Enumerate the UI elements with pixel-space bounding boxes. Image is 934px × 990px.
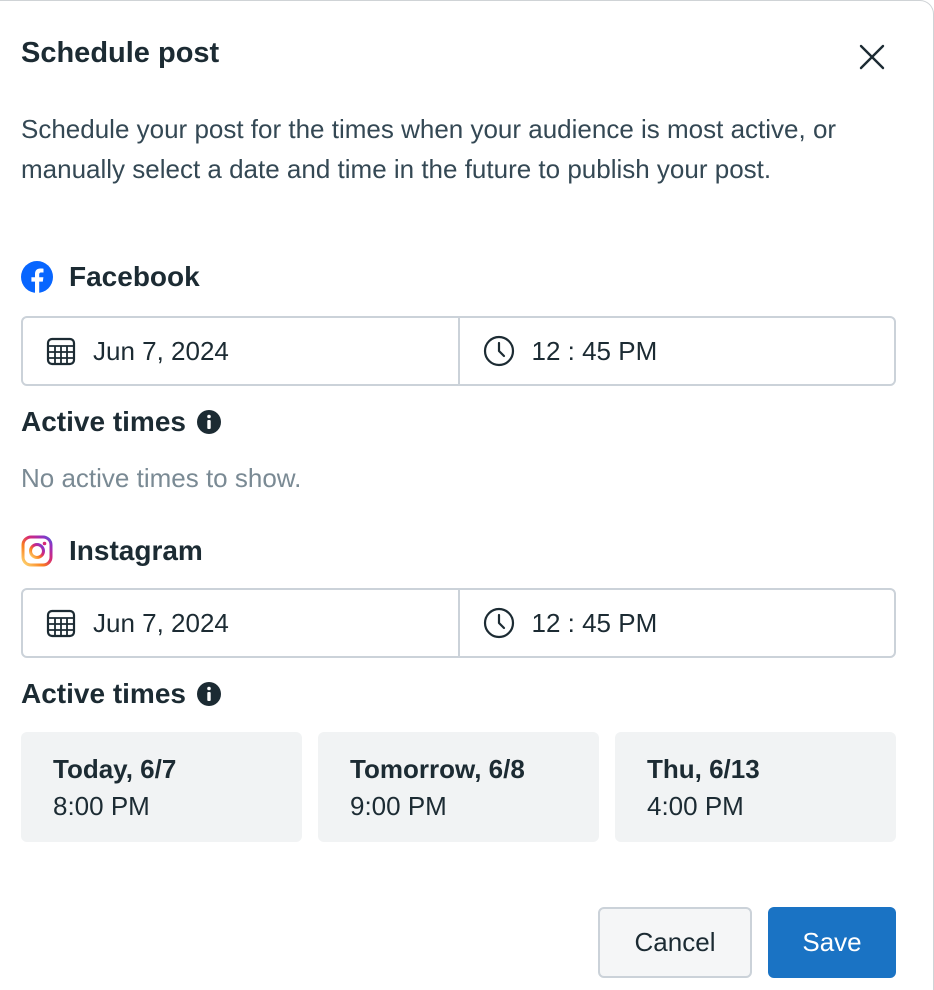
clock-icon (483, 607, 514, 639)
active-time-day: Today, 6/7 (53, 754, 177, 784)
cancel-button[interactable]: Cancel (598, 907, 752, 978)
instagram-header: Instagram (21, 535, 203, 567)
instagram-icon (21, 535, 53, 567)
facebook-icon (21, 261, 53, 293)
active-time-time: 8:00 PM (53, 791, 150, 821)
active-time-day: Thu, 6/13 (647, 754, 760, 784)
instagram-date-value: Jun 7, 2024 (93, 607, 229, 638)
active-time-day: Tomorrow, 6/8 (350, 754, 525, 784)
calendar-icon (46, 609, 76, 638)
close-icon (859, 44, 885, 70)
active-time-card[interactable]: Thu, 6/13 4:00 PM (615, 732, 896, 842)
facebook-date-value: Jun 7, 2024 (93, 335, 229, 366)
info-icon[interactable] (196, 681, 222, 707)
facebook-active-times-header: Active times (21, 406, 222, 438)
facebook-active-times-label: Active times (21, 406, 186, 437)
save-button[interactable]: Save (768, 907, 896, 978)
instagram-label: Instagram (69, 535, 203, 566)
instagram-active-times-header: Active times (21, 678, 222, 710)
instagram-active-times-label: Active times (21, 678, 186, 709)
facebook-label: Facebook (69, 261, 200, 292)
clock-icon (483, 335, 514, 367)
active-time-suggestions: Today, 6/7 8:00 PM Tomorrow, 6/8 9:00 PM… (21, 732, 896, 842)
schedule-post-dialog: Schedule post Schedule your post for the… (0, 0, 934, 990)
facebook-no-active-times: No active times to show. (21, 463, 302, 493)
calendar-icon (46, 337, 76, 366)
dialog-title: Schedule post (21, 37, 220, 69)
instagram-time-field[interactable]: 12 : 45 PM (457, 590, 895, 656)
dialog-description: Schedule your post for the times when yo… (21, 114, 837, 184)
instagram-datetime-picker: Jun 7, 2024 12 : 45 PM (21, 588, 896, 658)
info-icon[interactable] (196, 409, 222, 435)
facebook-header: Facebook (21, 261, 200, 293)
instagram-date-field[interactable]: Jun 7, 2024 (23, 590, 458, 656)
facebook-datetime-picker: Jun 7, 2024 12 : 45 PM (21, 316, 896, 386)
facebook-date-field[interactable]: Jun 7, 2024 (23, 318, 458, 384)
active-time-time: 9:00 PM (350, 791, 447, 821)
active-time-card[interactable]: Tomorrow, 6/8 9:00 PM (318, 732, 599, 842)
active-time-card[interactable]: Today, 6/7 8:00 PM (21, 732, 302, 842)
active-time-time: 4:00 PM (647, 791, 744, 821)
close-button[interactable] (852, 37, 892, 77)
instagram-time-value: 12 : 45 PM (531, 607, 658, 638)
facebook-time-value: 12 : 45 PM (531, 335, 658, 366)
facebook-time-field[interactable]: 12 : 45 PM (457, 318, 895, 384)
